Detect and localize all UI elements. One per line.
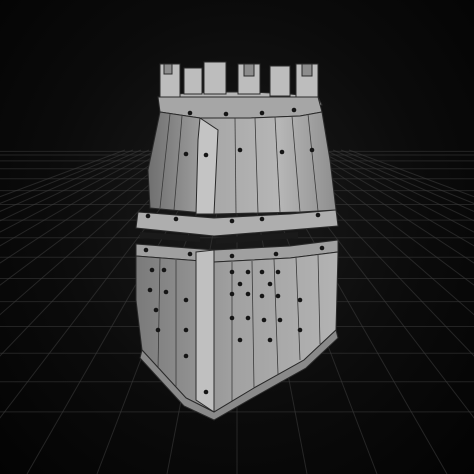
helm-face-ridge [195,249,215,413]
helm-crenellations [159,61,319,100]
helm-faceplate[interactable] [135,251,339,413]
rivet [275,293,281,299]
rivet [143,247,149,253]
rivet [259,216,265,222]
rivet [153,307,159,313]
rivet [275,269,281,275]
rivet [309,147,315,153]
rivet [297,297,303,303]
rivet [237,281,243,287]
rivet [161,267,167,273]
rivet [277,317,283,323]
rivet [245,269,251,275]
rivet [259,110,265,116]
viewport-canvas[interactable] [0,0,474,474]
great-helm-model[interactable] [135,61,339,421]
rivet [245,291,251,297]
helm-skull[interactable] [147,111,337,215]
rivet [315,212,321,218]
rivet [187,110,193,116]
rivet [259,269,265,275]
rivet [155,327,161,333]
rivet [183,327,189,333]
rivet [147,287,153,293]
grid-line [0,149,150,222]
rivet [259,293,265,299]
rivet [183,151,189,157]
rivet [319,245,325,251]
rivet [223,111,229,117]
rivet [145,213,151,219]
rivet [229,315,235,321]
rivet [279,149,285,155]
grid-line [0,149,126,198]
grid-line [348,149,474,198]
rivet [267,281,273,287]
grid-line [324,149,474,222]
rivet [267,337,273,343]
rivet [237,147,243,153]
rivet [237,337,243,343]
rivet [173,216,179,222]
rivet [229,269,235,275]
rivet [229,218,235,224]
rivet [149,267,155,273]
rivet [183,353,189,359]
3d-viewport[interactable] [0,0,474,474]
rivet [261,317,267,323]
grid-line [0,149,134,205]
helm-center-ridge [195,117,219,215]
rivet [229,291,235,297]
rivet [187,251,193,257]
rivet [297,327,303,333]
rivet [291,107,297,113]
rivet [183,297,189,303]
rivet [203,152,209,158]
grid-line [340,149,474,205]
rivet [273,251,279,257]
rivet [245,315,251,321]
rivet [203,389,209,395]
rivet [163,289,169,295]
helm-upper-band [157,96,323,119]
rivet [229,253,235,259]
